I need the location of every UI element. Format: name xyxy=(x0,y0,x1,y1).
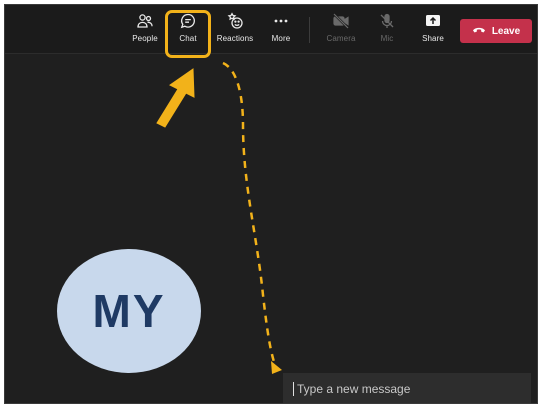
more-button[interactable]: More xyxy=(259,11,303,51)
camera-button[interactable]: Camera xyxy=(319,11,363,51)
annotation-dashed-path xyxy=(222,61,277,366)
toolbar-divider xyxy=(309,17,310,43)
annotation-arrow-icon xyxy=(156,68,195,128)
camera-label: Camera xyxy=(326,34,356,43)
reactions-button[interactable]: Reactions xyxy=(213,11,257,51)
reactions-label: Reactions xyxy=(216,34,254,43)
meeting-window: People Chat Reactions More Camera Mic Sh… xyxy=(4,4,538,404)
leave-label: Leave xyxy=(491,25,521,37)
meeting-toolbar: People Chat Reactions More Camera Mic Sh… xyxy=(5,5,537,54)
chat-button-highlight xyxy=(165,10,211,58)
chat-compose-box[interactable] xyxy=(283,373,531,403)
more-icon xyxy=(271,11,291,31)
participant-initials: MY xyxy=(92,285,166,337)
reactions-icon xyxy=(225,11,245,31)
more-label: More xyxy=(271,34,291,43)
people-icon xyxy=(135,11,155,31)
mic-label: Mic xyxy=(380,34,394,43)
hang-up-icon xyxy=(472,25,486,37)
participant-avatar: MY xyxy=(57,249,201,373)
leave-button[interactable]: Leave xyxy=(460,19,532,43)
share-button[interactable]: Share xyxy=(411,11,455,51)
message-input[interactable] xyxy=(295,380,519,397)
share-icon xyxy=(423,11,443,31)
mic-button[interactable]: Mic xyxy=(365,11,409,51)
text-cursor xyxy=(293,381,294,396)
people-label: People xyxy=(132,34,158,43)
mic-off-icon xyxy=(377,11,397,31)
camera-off-icon xyxy=(331,11,351,31)
people-button[interactable]: People xyxy=(123,11,167,51)
share-label: Share xyxy=(422,34,444,43)
annotation-arrowhead-icon xyxy=(271,361,282,374)
